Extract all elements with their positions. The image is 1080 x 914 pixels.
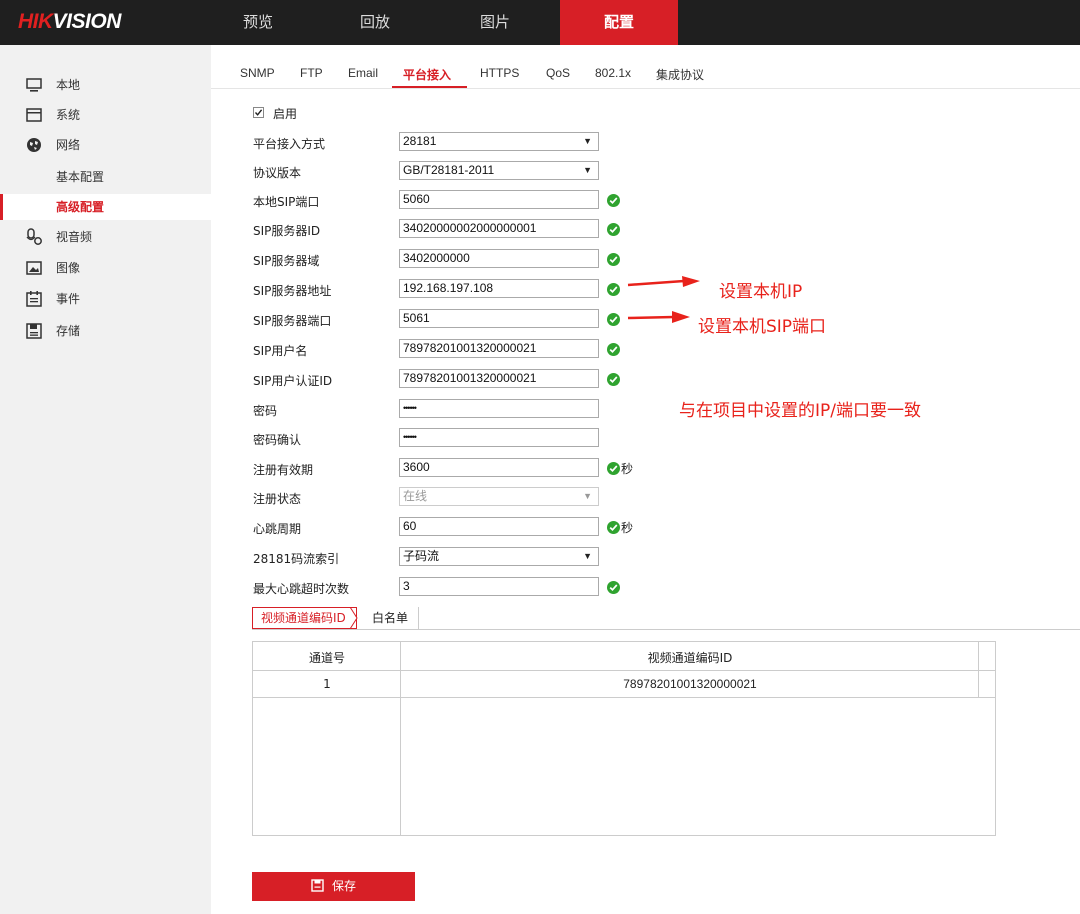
tab-snmp[interactable]: SNMP [240, 66, 275, 80]
table-header-channel-no: 通道号 [308, 651, 345, 665]
sidebar-item-system[interactable]: 系统 [0, 102, 211, 128]
sip-server-id-label: SIP服务器ID [253, 224, 321, 238]
tab-chevron-icon [349, 607, 358, 629]
valid-check-icon [607, 581, 620, 594]
max-heartbeat-timeout-label: 最大心跳超时次数 [253, 582, 350, 596]
tab-video-channel-id[interactable]: 视频通道编码ID [252, 607, 357, 629]
sidebar-item-local[interactable]: 本地 [0, 72, 211, 98]
valid-check-icon [607, 343, 620, 356]
tab-divider [211, 88, 1080, 89]
sip-auth-id-label: SIP用户认证ID [253, 374, 333, 388]
sip-server-id-input[interactable]: 34020000002000000001 [399, 219, 599, 238]
dropdown-arrow-icon: ▼ [583, 491, 592, 501]
sip-auth-id-input[interactable]: 78978201001320000021 [399, 369, 599, 388]
tab-https[interactable]: HTTPS [480, 66, 519, 80]
sip-username-input[interactable]: 78978201001320000021 [399, 339, 599, 358]
stream-index-label: 28181码流索引 [253, 552, 340, 566]
valid-check-icon [607, 521, 620, 534]
sidebar-item-video-audio[interactable]: 视音频 [0, 224, 211, 250]
enable-checkbox[interactable] [253, 107, 264, 118]
dropdown-arrow-icon: ▼ [583, 551, 592, 561]
valid-check-icon [607, 194, 620, 207]
hikvision-logo: HIKVISION [18, 10, 121, 33]
password-label: 密码 [253, 404, 278, 418]
valid-check-icon [607, 313, 620, 326]
sidebar-item-event[interactable]: 事件 [0, 286, 211, 312]
sip-server-domain-label: SIP服务器域 [253, 254, 320, 268]
dropdown-arrow-icon: ▼ [583, 136, 592, 146]
sidebar: 本地 系统 网络 基本配置 高级配置 视音频 图像 事件 存储 [0, 45, 211, 914]
monitor-icon [26, 78, 42, 92]
table-cell-channel-no[interactable]: 1 [253, 677, 401, 691]
nav-preview[interactable]: 预览 [213, 0, 303, 45]
sip-server-address-label: SIP服务器地址 [253, 284, 332, 298]
valid-check-icon [607, 283, 620, 296]
sidebar-item-storage[interactable]: 存储 [0, 318, 211, 344]
calendar-icon [26, 291, 42, 307]
protocol-version-select[interactable]: GB/T28181-2011 ▼ [399, 161, 599, 180]
top-nav-bar: HIKVISION 预览 回放 图片 配置 [0, 0, 1080, 45]
password-confirm-label: 密码确认 [253, 433, 302, 447]
register-status-label: 注册状态 [253, 492, 302, 506]
save-button[interactable]: 保存 [252, 872, 415, 901]
annotation-set-ip: 设置本机IP [719, 282, 803, 302]
tab-whitelist[interactable]: 白名单 [362, 607, 420, 629]
tab-platform-access[interactable]: 平台接入 [403, 66, 451, 83]
sip-server-address-input[interactable]: 192.168.197.108 [399, 279, 599, 298]
enable-label: 启用 [273, 107, 298, 121]
access-mode-select[interactable]: 28181 ▼ [399, 132, 599, 151]
annotation-arrow-ip [627, 276, 700, 287]
sidebar-item-image[interactable]: 图像 [0, 255, 211, 281]
seconds-unit: 秒 [621, 462, 634, 476]
local-sip-port-label: 本地SIP端口 [253, 195, 320, 209]
channel-table: 通道号 视频通道编码ID 1 78978201001320000021 [252, 641, 996, 836]
table-header-encode-id: 视频通道编码ID [647, 651, 733, 665]
save-disk-icon [26, 323, 42, 339]
register-status-select: 在线 ▼ [399, 487, 599, 506]
valid-check-icon [607, 223, 620, 236]
local-sip-port-input[interactable]: 5060 [399, 190, 599, 209]
heartbeat-period-label: 心跳周期 [253, 522, 302, 536]
annotation-consistency-note: 与在项目中设置的IP/端口要一致 [679, 401, 921, 421]
valid-check-icon [607, 373, 620, 386]
mic-camera-icon [26, 228, 42, 245]
stream-index-select[interactable]: 子码流 ▼ [399, 547, 599, 566]
globe-icon [27, 138, 41, 152]
register-expiry-label: 注册有效期 [253, 463, 314, 477]
nav-picture[interactable]: 图片 [450, 0, 540, 45]
access-mode-label: 平台接入方式 [253, 137, 326, 151]
system-icon [26, 108, 42, 122]
seconds-unit: 秒 [621, 521, 634, 535]
valid-check-icon [607, 462, 620, 475]
annotation-arrow-port [627, 311, 690, 323]
max-heartbeat-timeout-input[interactable]: 3 [399, 577, 599, 596]
sip-server-port-label: SIP服务器端口 [253, 314, 332, 328]
channel-tab-divider [252, 629, 1080, 630]
dropdown-arrow-icon: ▼ [583, 165, 592, 175]
tab-integration-protocol[interactable]: 集成协议 [656, 66, 704, 83]
tab-ftp[interactable]: FTP [300, 66, 323, 80]
nav-config[interactable]: 配置 [560, 0, 678, 45]
nav-playback[interactable]: 回放 [330, 0, 420, 45]
sidebar-item-basic-config[interactable]: 基本配置 [0, 164, 211, 190]
annotation-set-sip-port: 设置本机SIP端口 [698, 317, 827, 337]
register-expiry-input[interactable]: 3600 [399, 458, 599, 477]
password-confirm-input[interactable]: •••••• [399, 428, 599, 447]
image-icon [26, 261, 42, 275]
password-input[interactable]: •••••• [399, 399, 599, 418]
sip-username-label: SIP用户名 [253, 344, 308, 358]
heartbeat-period-input[interactable]: 60 [399, 517, 599, 536]
table-cell-encode-id[interactable]: 78978201001320000021 [402, 677, 978, 691]
tab-8021x[interactable]: 802.1x [595, 66, 631, 80]
valid-check-icon [607, 253, 620, 266]
tab-email[interactable]: Email [348, 66, 378, 80]
sidebar-item-network[interactable]: 网络 [0, 132, 211, 158]
sidebar-item-advanced-config[interactable]: 高级配置 [0, 194, 211, 220]
save-disk-icon [311, 879, 324, 892]
tab-qos[interactable]: QoS [546, 66, 570, 80]
sip-server-domain-input[interactable]: 3402000000 [399, 249, 599, 268]
sip-server-port-input[interactable]: 5061 [399, 309, 599, 328]
protocol-version-label: 协议版本 [253, 166, 302, 180]
